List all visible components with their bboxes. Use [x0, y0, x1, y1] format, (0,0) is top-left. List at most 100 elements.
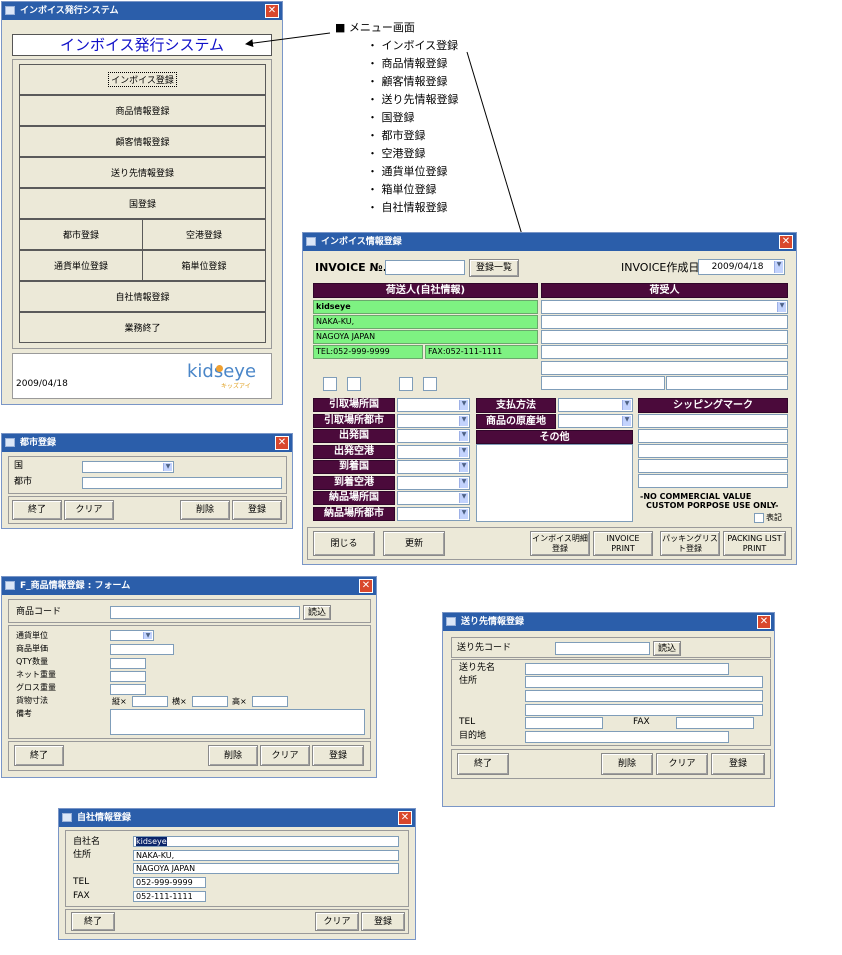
location-label: 納品場所都市	[313, 506, 395, 521]
list-button[interactable]: 登録一覧	[469, 259, 519, 277]
location-label: 出発国	[313, 429, 395, 443]
end-button[interactable]: 終了	[12, 500, 62, 520]
packing-list-print-button[interactable]: PACKING LIST PRINT	[723, 531, 786, 556]
company-fax-input[interactable]: 052-111-1111	[133, 891, 206, 902]
consignee-line2[interactable]	[541, 330, 788, 344]
end-button[interactable]: 終了	[457, 753, 509, 775]
currency-select[interactable]: ▼	[110, 630, 154, 641]
end-button[interactable]: 終了	[71, 912, 115, 931]
unit-price-input[interactable]	[110, 644, 174, 655]
location-select[interactable]: ▼	[397, 429, 470, 443]
clear-button[interactable]: クリア	[656, 753, 708, 775]
dest-address2-input[interactable]	[525, 690, 763, 702]
dim-t-input[interactable]	[252, 696, 288, 707]
company-address2-input[interactable]: NAGOYA JAPAN	[133, 863, 399, 874]
dest-tel-input[interactable]	[525, 717, 603, 729]
invoice-date-select[interactable]: 2009/04/18 ▼	[698, 259, 785, 275]
shipper-address1[interactable]: NAKA-KU,	[313, 315, 538, 329]
invoice-detail-button[interactable]: インボイス明細登録	[530, 531, 590, 556]
company-address-label: 住所	[73, 850, 92, 860]
city-input[interactable]	[82, 477, 282, 489]
product-field-label: 通貨単位	[16, 631, 48, 640]
consignee-line4[interactable]	[541, 361, 788, 375]
country-select[interactable]: ▼	[82, 461, 174, 473]
location-select[interactable]: ▼	[397, 491, 470, 505]
dest-address3-input[interactable]	[525, 704, 763, 716]
origin-select[interactable]: ▼	[558, 414, 633, 428]
dest-purpose-input[interactable]	[525, 731, 729, 743]
net-weight-input[interactable]	[110, 671, 146, 682]
load-button[interactable]: 読込	[303, 605, 331, 620]
close-icon[interactable]: ✕	[275, 436, 289, 450]
shipping-mark-line4[interactable]	[638, 459, 788, 473]
location-select[interactable]: ▼	[397, 475, 470, 490]
clear-button[interactable]: クリア	[64, 500, 114, 520]
shipping-mark-line3[interactable]	[638, 444, 788, 458]
dest-address-label: 住所	[459, 676, 478, 686]
delete-button[interactable]: 削除	[180, 500, 230, 520]
dim-v-input[interactable]	[132, 696, 168, 707]
invoice-no-input[interactable]	[385, 260, 465, 275]
close-icon[interactable]: ✕	[757, 615, 771, 629]
delete-button[interactable]: 削除	[601, 753, 653, 775]
checkbox[interactable]	[399, 377, 413, 391]
location-select[interactable]: ▼	[397, 460, 470, 474]
remarks-textarea[interactable]	[110, 709, 365, 735]
location-label: 到着空港	[313, 475, 395, 490]
company-address1-input[interactable]: NAKA-KU,	[133, 850, 399, 861]
location-select[interactable]: ▼	[397, 506, 470, 521]
end-button[interactable]: 終了	[14, 745, 64, 766]
register-button[interactable]: 登録	[312, 745, 364, 766]
display-checkbox[interactable]	[754, 513, 764, 523]
invoice-window: インボイス情報登録 ✕ INVOICE №. 登録一覧 INVOICE作成日 2…	[302, 232, 797, 565]
close-icon[interactable]: ✕	[779, 235, 793, 249]
shipping-mark-line5[interactable]	[638, 474, 788, 488]
load-button[interactable]: 読込	[653, 641, 681, 656]
invoice-window-title: インボイス情報登録	[321, 237, 402, 247]
shipper-name[interactable]: kidseye	[313, 300, 538, 314]
payment-select[interactable]: ▼	[558, 398, 633, 412]
dim-h-input[interactable]	[192, 696, 228, 707]
consignee-fax[interactable]	[666, 376, 788, 390]
company-name-input[interactable]: kidseye	[133, 836, 399, 847]
checkbox[interactable]	[347, 377, 361, 391]
packing-list-button[interactable]: パッキングリスト登録	[660, 531, 720, 556]
other-textarea[interactable]	[476, 444, 633, 522]
checkbox[interactable]	[423, 377, 437, 391]
close-button[interactable]: 閉じる	[313, 531, 375, 556]
product-code-input[interactable]	[110, 606, 300, 619]
dim-t-label: 高×	[232, 697, 247, 706]
shipping-mark-line1[interactable]	[638, 414, 788, 428]
dest-name-input[interactable]	[525, 663, 729, 675]
qty-input[interactable]	[110, 658, 146, 669]
update-button[interactable]: 更新	[383, 531, 445, 556]
shipping-mark-line2[interactable]	[638, 429, 788, 443]
consignee-select[interactable]: ▼	[541, 300, 788, 314]
gross-weight-input[interactable]	[110, 684, 146, 695]
invoice-print-button[interactable]: INVOICE PRINT	[593, 531, 653, 556]
consignee-line1[interactable]	[541, 315, 788, 329]
location-select[interactable]: ▼	[397, 444, 470, 459]
register-button[interactable]: 登録	[361, 912, 405, 931]
close-icon[interactable]: ✕	[359, 579, 373, 593]
location-select[interactable]: ▼	[397, 398, 470, 412]
shipper-tel[interactable]: TEL:052-999-9999	[313, 345, 423, 359]
shipper-fax[interactable]: FAX:052-111-1111	[425, 345, 538, 359]
close-icon[interactable]: ✕	[398, 811, 412, 825]
clear-button[interactable]: クリア	[315, 912, 359, 931]
consignee-tel[interactable]	[541, 376, 665, 390]
dest-address1-input[interactable]	[525, 676, 763, 688]
delete-button[interactable]: 削除	[208, 745, 258, 766]
register-button[interactable]: 登録	[232, 500, 282, 520]
checkbox[interactable]	[323, 377, 337, 391]
company-tel-input[interactable]: 052-999-9999	[133, 877, 206, 888]
register-button[interactable]: 登録	[711, 753, 765, 775]
shipper-address2[interactable]: NAGOYA JAPAN	[313, 330, 538, 344]
chevron-down-icon: ▼	[459, 415, 468, 426]
consignee-line3[interactable]	[541, 345, 788, 359]
chevron-down-icon: ▼	[143, 632, 152, 639]
dest-fax-input[interactable]	[676, 717, 754, 729]
dest-code-input[interactable]	[555, 642, 650, 655]
clear-button[interactable]: クリア	[260, 745, 310, 766]
location-select[interactable]: ▼	[397, 413, 470, 428]
